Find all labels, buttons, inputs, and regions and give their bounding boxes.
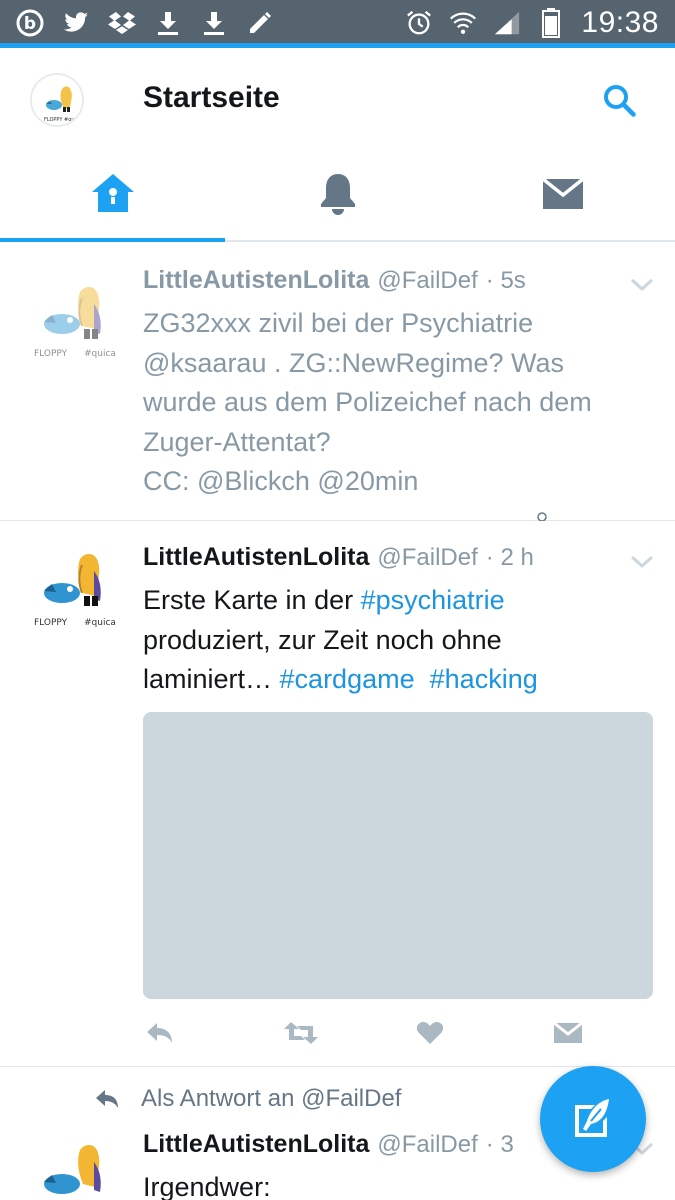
- search-icon: [604, 85, 636, 117]
- pencil-icon: [246, 9, 274, 37]
- tweet-author-name[interactable]: LittleAutistenLolita: [143, 266, 369, 295]
- search-button[interactable]: [600, 81, 640, 121]
- bell-icon: [320, 174, 355, 215]
- tweet-text-line: ZG32xxx zivil bei der Psychiatrie: [143, 308, 534, 338]
- reply-context: Als Antwort an @FailDef: [95, 1085, 401, 1113]
- tweet-author-name[interactable]: LittleAutistenLolita: [143, 543, 369, 572]
- tweet-author-handle[interactable]: @FailDef: [377, 544, 477, 572]
- tweet-menu-button[interactable]: [628, 274, 656, 294]
- retweet-button[interactable]: [281, 1016, 321, 1050]
- alarm-icon: [405, 9, 433, 37]
- tweet-timestamp: · 5s: [485, 267, 526, 294]
- tweet-header: LittleAutistenLolita @FailDef · 5s: [143, 266, 526, 295]
- svg-text:#quica: #quica: [84, 349, 116, 359]
- envelope-icon: [553, 1021, 583, 1043]
- signal-icon: [493, 9, 521, 37]
- tweet-text: Irgendwer:: [143, 1172, 271, 1200]
- profile-avatar[interactable]: FLOPPY #quica: [30, 73, 84, 127]
- reply-icon: [147, 1023, 172, 1043]
- tweet-menu-button[interactable]: [628, 551, 656, 571]
- hashtag-link[interactable]: #hacking: [430, 664, 538, 694]
- tweet-timestamp: · 2 h: [485, 544, 534, 571]
- chevron-down-icon: [630, 555, 654, 569]
- tweet-text: ZG32xxx zivil bei der Psychiatrie @ksaar…: [143, 304, 658, 502]
- download-icon: [200, 9, 228, 37]
- app-header: FLOPPY #quica Startseite: [0, 53, 675, 148]
- tweet-timestamp: · 3: [485, 1131, 514, 1158]
- tab-notifications[interactable]: [225, 148, 450, 240]
- page-title: Startseite: [143, 81, 280, 114]
- tweet-text-line: Erste Karte in der #psychiatrie: [143, 585, 505, 615]
- tweet-avatar[interactable]: [22, 1132, 122, 1200]
- beats-icon: b: [16, 9, 44, 37]
- direct-message-button[interactable]: [551, 1016, 585, 1050]
- tweet-avatar[interactable]: FLOPPY #quica: [22, 541, 122, 641]
- reply-context-text[interactable]: Als Antwort an @FailDef: [141, 1085, 401, 1113]
- retweet-icon: [284, 1022, 318, 1044]
- tab-messages[interactable]: [450, 148, 675, 240]
- clock: 19:38: [581, 6, 659, 39]
- tweet-author-handle[interactable]: @FailDef: [377, 1131, 477, 1159]
- compose-feather-icon: [575, 1099, 609, 1137]
- compose-tweet-button[interactable]: [540, 1066, 646, 1172]
- download-icon: [154, 9, 182, 37]
- home-icon: [91, 174, 134, 212]
- heart-icon: [416, 1022, 444, 1044]
- reply-button[interactable]: [143, 1016, 177, 1050]
- hashtag-link[interactable]: #psychiatrie: [361, 585, 505, 615]
- wifi-icon: [449, 9, 477, 37]
- tweet-header: LittleAutistenLolita @FailDef · 3: [143, 1130, 514, 1159]
- tweet[interactable]: FLOPPY #quica LittleAutistenLolita @Fail…: [0, 244, 675, 522]
- svg-text:FLOPPY: FLOPPY: [34, 618, 68, 628]
- svg-text:b: b: [24, 14, 36, 34]
- tweet-text-line: Zuger-Attentat?: [143, 426, 331, 457]
- status-accent-bar: [0, 43, 675, 48]
- envelope-icon: [541, 177, 584, 209]
- tweet-avatar[interactable]: FLOPPY #quica: [22, 274, 122, 374]
- dropbox-icon: [108, 9, 136, 37]
- reply-icon: [96, 1090, 118, 1108]
- tweet-author-name[interactable]: LittleAutistenLolita: [143, 1130, 369, 1159]
- tweet-text: Erste Karte in der #psychiatrie produzie…: [143, 581, 658, 700]
- like-button[interactable]: [413, 1016, 447, 1050]
- tweet-text-line: CC: @Blickch @20min: [143, 466, 419, 496]
- chevron-down-icon: [630, 278, 654, 292]
- hashtag-link[interactable]: #cardgame: [280, 664, 415, 694]
- battery-icon: [537, 8, 565, 38]
- tab-bar: [0, 148, 675, 242]
- tweet-text-line: produziert, zur Zeit noch ohne: [143, 624, 502, 655]
- status-bar: b 19:38: [0, 0, 675, 48]
- svg-text:#quica: #quica: [84, 618, 116, 628]
- tweet-header: LittleAutistenLolita @FailDef · 2 h: [143, 543, 534, 572]
- tweet-text-line: laminiert… #cardgame #hacking: [143, 664, 538, 694]
- tweet-text-line: wurde aus dem Polizeichef nach dem: [143, 387, 592, 417]
- tweet-media-image[interactable]: [143, 712, 653, 999]
- twitter-icon: [62, 9, 90, 37]
- tweet-actions: [143, 1016, 603, 1050]
- svg-text:#quica: #quica: [64, 117, 82, 123]
- tab-home[interactable]: [0, 148, 225, 242]
- svg-text:FLOPPY: FLOPPY: [44, 117, 63, 123]
- tweet-text-line: @ksaarau . ZG::NewRegime? Was: [143, 347, 565, 378]
- svg-text:FLOPPY: FLOPPY: [34, 349, 68, 359]
- tweet-author-handle[interactable]: @FailDef: [377, 267, 477, 295]
